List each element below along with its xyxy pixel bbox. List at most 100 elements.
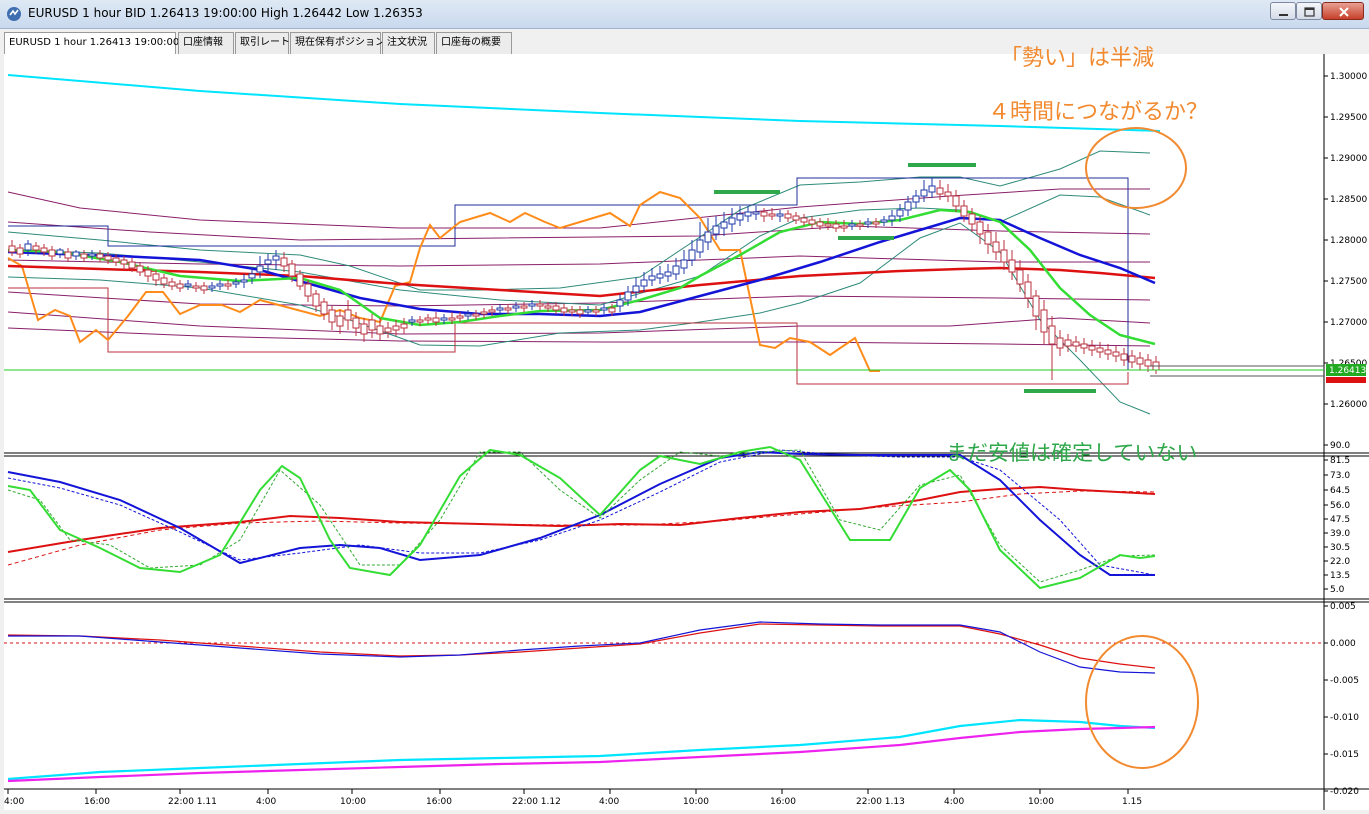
candle-body (512, 305, 520, 309)
candle-body (712, 225, 720, 235)
candle-body (816, 221, 824, 227)
candle-body (768, 213, 776, 217)
candle-body (552, 305, 560, 311)
close-icon (1339, 7, 1349, 17)
candle-body (1112, 351, 1120, 357)
candle-body (48, 249, 56, 257)
candle-body (960, 205, 968, 217)
candle-body (32, 245, 40, 251)
candle-body (472, 313, 480, 317)
candle-body (688, 249, 696, 261)
candle-body (64, 251, 72, 259)
time-tick: 4:00 (4, 797, 24, 807)
window-titlebar: EURUSD 1 hour BID 1.26413 19:00:00 High … (0, 0, 1369, 29)
candle-body (1032, 295, 1040, 317)
candle-body (240, 279, 248, 283)
candle-body (800, 217, 808, 223)
candle-body (384, 327, 392, 333)
candle-body (1048, 325, 1056, 345)
candle-body (880, 219, 888, 223)
candle-body (600, 307, 608, 311)
candle-body (216, 283, 224, 287)
candle-body (760, 211, 768, 217)
price-tick: 1.28000 (1330, 236, 1367, 246)
candle-body (656, 273, 664, 279)
candle-body (192, 285, 200, 289)
candle-body (120, 259, 128, 265)
chart-canvas[interactable]: 1.30000 1.29500 1.29000 1.28500 1.28000 … (4, 54, 1369, 810)
tab-account-summary[interactable]: 口座毎の概要 (436, 32, 512, 54)
time-tick: 16:00 (770, 797, 796, 807)
minimize-button[interactable] (1270, 2, 1296, 20)
time-tick: 1.15 (1122, 797, 1142, 807)
current-low-badge (1326, 377, 1366, 383)
candle-body (608, 307, 616, 313)
price-tick: 1.29500 (1330, 113, 1367, 123)
time-tick: 22:00 1.12 (512, 797, 561, 807)
candle-body (344, 309, 352, 321)
current-price-label: 1.26413 (1329, 366, 1366, 376)
price-tick: 1.30000 (1330, 72, 1367, 82)
candle-body (912, 195, 920, 203)
macd-tick: 0.000 (1330, 639, 1356, 649)
osc-tick: 56.0 (1330, 501, 1350, 511)
tab-orders[interactable]: 注文状況 (382, 32, 435, 54)
candle-body (296, 273, 304, 287)
candle-body (1008, 259, 1016, 273)
candle-body (648, 275, 656, 281)
candle-body (528, 303, 536, 307)
candle-body (968, 213, 976, 225)
candle-body (904, 201, 912, 211)
candle-body (1064, 339, 1072, 347)
candle-body (848, 223, 856, 227)
candle-body (1088, 345, 1096, 351)
osc-tick: 73.0 (1330, 471, 1350, 481)
price-tick: 1.27000 (1330, 318, 1367, 328)
candle-body (536, 303, 544, 307)
candle-body (504, 307, 512, 311)
candle-body (696, 239, 704, 253)
osc-tick: 5.0 (1330, 585, 1345, 595)
tab-account-info[interactable]: 口座情報 (178, 32, 234, 54)
annotation-low-not-confirmed: まだ安値は確定していない (946, 441, 1198, 465)
candle-body (928, 185, 936, 193)
candle-body (424, 317, 432, 321)
candle-body (304, 283, 312, 297)
candle-body (288, 263, 296, 277)
macd-tick: -0.010 (1330, 713, 1359, 723)
osc-tick: 39.0 (1330, 529, 1350, 539)
candle-body (136, 265, 144, 273)
candle-body (488, 309, 496, 313)
candle-body (176, 283, 184, 289)
candle-body (992, 241, 1000, 253)
tab-chart-eurusd[interactable]: EURUSD 1 hour 1.26413 19:00:00 (4, 32, 179, 55)
tab-positions[interactable]: 現在保有ポジション (290, 32, 385, 54)
candle-body (832, 223, 840, 229)
chart-area[interactable]: 1.30000 1.29500 1.29000 1.28500 1.28000 … (4, 54, 1369, 810)
candle-body (1024, 281, 1032, 299)
candle-body (1000, 249, 1008, 263)
candle-body (840, 225, 848, 229)
time-tick: 4:00 (944, 797, 964, 807)
candle-body (640, 279, 648, 287)
candle-body (680, 259, 688, 269)
close-button[interactable] (1322, 2, 1364, 20)
candle-body (184, 283, 192, 287)
candle-body (1056, 337, 1064, 349)
candle-body (96, 253, 104, 259)
candle-body (152, 273, 160, 281)
candle-body (376, 325, 384, 335)
maximize-button[interactable] (1296, 2, 1322, 20)
candle-body (200, 285, 208, 291)
candle-body (440, 317, 448, 321)
candle-body (352, 317, 360, 329)
tab-rates[interactable]: 取引レート (235, 32, 290, 54)
candle-body (568, 309, 576, 313)
candle-body (392, 325, 400, 331)
candle-body (328, 309, 336, 323)
candle-body (224, 283, 232, 287)
candle-body (1016, 269, 1024, 285)
candle-body (776, 213, 784, 217)
candle-body (864, 221, 872, 225)
time-tick: 16:00 (426, 797, 452, 807)
